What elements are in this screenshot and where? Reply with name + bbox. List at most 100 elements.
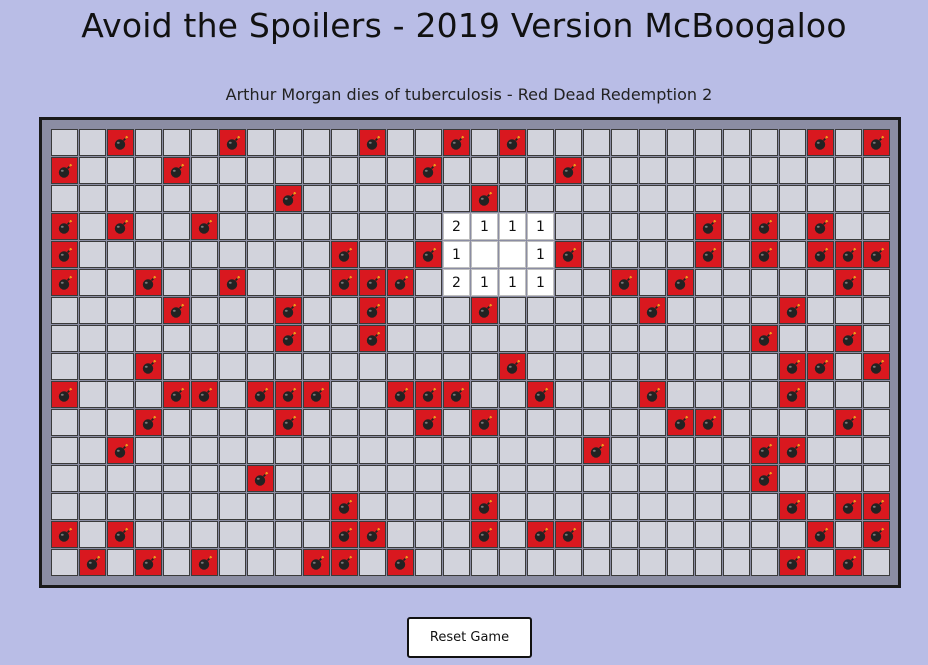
unopened-cell[interactable] bbox=[135, 297, 162, 324]
unopened-cell[interactable] bbox=[331, 409, 358, 436]
unopened-cell[interactable] bbox=[275, 213, 302, 240]
unopened-cell[interactable] bbox=[555, 213, 582, 240]
unopened-cell[interactable] bbox=[807, 269, 834, 296]
unopened-cell[interactable] bbox=[555, 129, 582, 156]
unopened-cell[interactable] bbox=[527, 437, 554, 464]
unopened-cell[interactable] bbox=[723, 521, 750, 548]
unopened-cell[interactable] bbox=[331, 325, 358, 352]
unopened-cell[interactable] bbox=[639, 213, 666, 240]
unopened-cell[interactable] bbox=[667, 129, 694, 156]
unopened-cell[interactable] bbox=[695, 437, 722, 464]
unopened-cell[interactable] bbox=[387, 353, 414, 380]
unopened-cell[interactable] bbox=[527, 129, 554, 156]
unopened-cell[interactable] bbox=[583, 465, 610, 492]
unopened-cell[interactable] bbox=[79, 325, 106, 352]
unopened-cell[interactable] bbox=[387, 129, 414, 156]
unopened-cell[interactable] bbox=[499, 185, 526, 212]
unopened-cell[interactable] bbox=[415, 493, 442, 520]
unopened-cell[interactable] bbox=[331, 465, 358, 492]
unopened-cell[interactable] bbox=[639, 465, 666, 492]
unopened-cell[interactable] bbox=[303, 465, 330, 492]
unopened-cell[interactable] bbox=[751, 297, 778, 324]
unopened-cell[interactable] bbox=[583, 241, 610, 268]
unopened-cell[interactable] bbox=[303, 297, 330, 324]
unopened-cell[interactable] bbox=[51, 297, 78, 324]
unopened-cell[interactable] bbox=[751, 269, 778, 296]
unopened-cell[interactable] bbox=[695, 157, 722, 184]
unopened-cell[interactable] bbox=[443, 185, 470, 212]
unopened-cell[interactable] bbox=[191, 437, 218, 464]
unopened-cell[interactable] bbox=[219, 493, 246, 520]
unopened-cell[interactable] bbox=[163, 437, 190, 464]
unopened-cell[interactable] bbox=[555, 353, 582, 380]
unopened-cell[interactable] bbox=[303, 185, 330, 212]
unopened-cell[interactable] bbox=[443, 493, 470, 520]
unopened-cell[interactable] bbox=[303, 521, 330, 548]
unopened-cell[interactable] bbox=[79, 437, 106, 464]
unopened-cell[interactable] bbox=[639, 185, 666, 212]
unopened-cell[interactable] bbox=[527, 409, 554, 436]
unopened-cell[interactable] bbox=[555, 409, 582, 436]
unopened-cell[interactable] bbox=[443, 157, 470, 184]
unopened-cell[interactable] bbox=[387, 437, 414, 464]
unopened-cell[interactable] bbox=[219, 297, 246, 324]
unopened-cell[interactable] bbox=[443, 549, 470, 576]
unopened-cell[interactable] bbox=[275, 521, 302, 548]
unopened-cell[interactable] bbox=[163, 129, 190, 156]
unopened-cell[interactable] bbox=[331, 297, 358, 324]
unopened-cell[interactable] bbox=[611, 325, 638, 352]
unopened-cell[interactable] bbox=[359, 493, 386, 520]
unopened-cell[interactable] bbox=[695, 549, 722, 576]
unopened-cell[interactable] bbox=[751, 521, 778, 548]
unopened-cell[interactable] bbox=[807, 549, 834, 576]
unopened-cell[interactable] bbox=[611, 465, 638, 492]
unopened-cell[interactable] bbox=[555, 465, 582, 492]
unopened-cell[interactable] bbox=[723, 129, 750, 156]
unopened-cell[interactable] bbox=[863, 157, 890, 184]
unopened-cell[interactable] bbox=[387, 185, 414, 212]
unopened-cell[interactable] bbox=[695, 493, 722, 520]
unopened-cell[interactable] bbox=[499, 549, 526, 576]
unopened-cell[interactable] bbox=[611, 409, 638, 436]
unopened-cell[interactable] bbox=[555, 269, 582, 296]
unopened-cell[interactable] bbox=[527, 549, 554, 576]
unopened-cell[interactable] bbox=[275, 129, 302, 156]
unopened-cell[interactable] bbox=[219, 325, 246, 352]
unopened-cell[interactable] bbox=[471, 381, 498, 408]
unopened-cell[interactable] bbox=[247, 297, 274, 324]
unopened-cell[interactable] bbox=[79, 213, 106, 240]
unopened-cell[interactable] bbox=[611, 549, 638, 576]
unopened-cell[interactable] bbox=[443, 353, 470, 380]
unopened-cell[interactable] bbox=[723, 437, 750, 464]
unopened-cell[interactable] bbox=[835, 437, 862, 464]
unopened-cell[interactable] bbox=[443, 297, 470, 324]
unopened-cell[interactable] bbox=[219, 437, 246, 464]
unopened-cell[interactable] bbox=[415, 549, 442, 576]
unopened-cell[interactable] bbox=[807, 325, 834, 352]
unopened-cell[interactable] bbox=[639, 269, 666, 296]
unopened-cell[interactable] bbox=[471, 353, 498, 380]
unopened-cell[interactable] bbox=[807, 493, 834, 520]
unopened-cell[interactable] bbox=[807, 381, 834, 408]
unopened-cell[interactable] bbox=[303, 157, 330, 184]
unopened-cell[interactable] bbox=[443, 437, 470, 464]
unopened-cell[interactable] bbox=[303, 213, 330, 240]
unopened-cell[interactable] bbox=[611, 297, 638, 324]
unopened-cell[interactable] bbox=[499, 521, 526, 548]
unopened-cell[interactable] bbox=[499, 493, 526, 520]
unopened-cell[interactable] bbox=[639, 157, 666, 184]
unopened-cell[interactable] bbox=[79, 353, 106, 380]
unopened-cell[interactable] bbox=[807, 437, 834, 464]
unopened-cell[interactable] bbox=[499, 325, 526, 352]
unopened-cell[interactable] bbox=[667, 437, 694, 464]
unopened-cell[interactable] bbox=[107, 381, 134, 408]
unopened-cell[interactable] bbox=[723, 325, 750, 352]
unopened-cell[interactable] bbox=[583, 381, 610, 408]
unopened-cell[interactable] bbox=[415, 297, 442, 324]
unopened-cell[interactable] bbox=[779, 185, 806, 212]
unopened-cell[interactable] bbox=[163, 241, 190, 268]
unopened-cell[interactable] bbox=[583, 521, 610, 548]
unopened-cell[interactable] bbox=[863, 213, 890, 240]
unopened-cell[interactable] bbox=[275, 269, 302, 296]
unopened-cell[interactable] bbox=[611, 129, 638, 156]
